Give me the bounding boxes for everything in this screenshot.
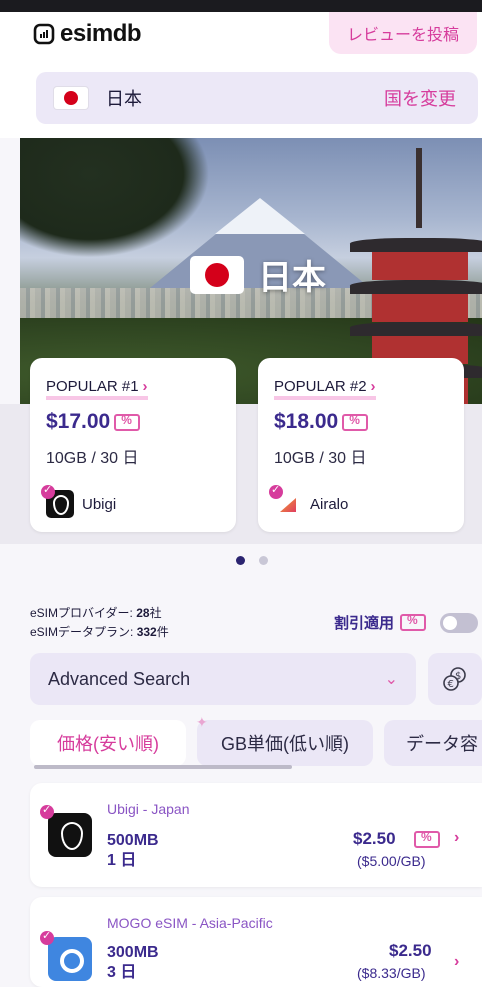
- chevron-right-icon: ›: [454, 953, 460, 970]
- sparkle-icon: ✦: [196, 714, 208, 730]
- popular-label: POPULAR #1 ›: [46, 378, 148, 400]
- tab-price-asc[interactable]: 価格(安い順): [30, 720, 186, 766]
- app-header: esimdb レビューを投稿: [0, 12, 482, 68]
- write-review-button[interactable]: レビューを投稿: [329, 12, 477, 54]
- tab-gb-price-asc[interactable]: GB単価(低い順): [197, 720, 373, 766]
- popular-plan: 10GB / 30 日: [46, 450, 139, 467]
- verified-badge-icon: [40, 803, 54, 819]
- discount-filter: 割引適用: [334, 612, 479, 633]
- discount-toggle[interactable]: [440, 612, 479, 633]
- plan-card[interactable]: MOGO eSIM - Asia-Pacific 300MB 3 日 $2.50…: [30, 897, 482, 987]
- change-country-link[interactable]: 国を変更: [384, 85, 456, 111]
- hero-country-name: 日本: [258, 259, 326, 297]
- verified-badge-icon: [41, 483, 55, 499]
- status-bar: [0, 0, 482, 12]
- chevron-right-icon: ›: [370, 378, 376, 395]
- popular-card-1[interactable]: POPULAR #1› $17.00 10GB / 30 日 Ubigi: [30, 358, 236, 532]
- chevron-down-icon: ⌄: [384, 671, 398, 688]
- provider-count: eSIMプロバイダー: 28社: [30, 606, 162, 620]
- discount-label: 割引適用: [334, 615, 395, 632]
- verified-badge-icon: [269, 483, 283, 499]
- carousel-dot-active[interactable]: [236, 556, 245, 565]
- provider-name: Airalo: [310, 495, 349, 513]
- chevron-right-icon: ›: [142, 378, 148, 395]
- hero-title: 日本: [190, 250, 326, 299]
- carousel-pagination: [236, 556, 268, 565]
- currency-exchange-icon: $ €: [443, 667, 466, 691]
- verified-badge-icon: [40, 929, 54, 945]
- selected-country: 日本: [106, 89, 142, 109]
- plan-provider: MOGO eSIM - Asia-Pacific: [107, 915, 273, 931]
- sort-tabs: 価格(安い順) GB単価(低い順) データ容 ✦: [30, 714, 482, 770]
- ubigi-logo: [48, 813, 92, 857]
- plan-price-per-gb: ($8.33/GB): [357, 965, 426, 981]
- esimdb-logo[interactable]: esimdb: [32, 20, 142, 48]
- sim-card-icon: [33, 23, 55, 45]
- advanced-search-label: Advanced Search: [48, 668, 191, 689]
- japan-flag-icon: [54, 87, 88, 109]
- ticket-percent-icon: [342, 413, 369, 431]
- tabs-scrollbar[interactable]: [34, 765, 292, 769]
- carousel-dot[interactable]: [259, 556, 268, 565]
- logo-text: esimdb: [60, 20, 142, 47]
- popular-card-2[interactable]: POPULAR #2› $18.00 10GB / 30 日 Airalo: [258, 358, 464, 532]
- svg-text:€: €: [448, 679, 454, 690]
- tab-data-size[interactable]: データ容: [384, 720, 482, 766]
- tree-graphic: [20, 138, 210, 258]
- plan-price: $2.50: [353, 829, 396, 848]
- mogo-logo: [48, 937, 92, 981]
- country-selector[interactable]: 日本 国を変更: [36, 72, 478, 124]
- plan-price: $2.50: [389, 941, 432, 960]
- plan-count: eSIMデータプラン: 332件: [30, 625, 169, 639]
- japan-flag-icon: [190, 255, 244, 294]
- mountain-snowcap: [215, 198, 305, 234]
- currency-exchange-button[interactable]: $ €: [428, 653, 482, 705]
- stats-summary: eSIMプロバイダー: 28社 eSIMデータプラン: 332件: [30, 604, 169, 642]
- plan-price-per-gb: ($5.00/GB): [357, 853, 426, 869]
- country-bar: 日本 国を変更: [0, 68, 482, 138]
- plan-duration: 1 日: [107, 852, 137, 869]
- popular-price: $17.00: [46, 410, 220, 434]
- provider-name: Ubigi: [82, 495, 117, 513]
- plan-card[interactable]: Ubigi - Japan 500MB 1 日 $2.50 ($5.00/GB)…: [30, 783, 482, 887]
- ticket-percent-icon: [400, 613, 427, 631]
- ticket-percent-icon: [414, 830, 440, 848]
- chevron-right-icon: ›: [454, 829, 460, 846]
- ticket-percent-icon: [114, 413, 141, 431]
- popular-provider: Airalo: [269, 483, 448, 518]
- advanced-search-dropdown[interactable]: Advanced Search ⌄: [30, 653, 416, 705]
- popular-plan: 10GB / 30 日: [274, 450, 367, 467]
- popular-label: POPULAR #2 ›: [274, 378, 376, 400]
- popular-provider: Ubigi: [41, 483, 220, 518]
- plan-data-amount: 300MB: [107, 944, 159, 961]
- plan-provider: Ubigi - Japan: [107, 801, 190, 817]
- popular-price: $18.00: [274, 410, 448, 434]
- plan-duration: 3 日: [107, 964, 137, 981]
- plan-data-amount: 500MB: [107, 832, 159, 849]
